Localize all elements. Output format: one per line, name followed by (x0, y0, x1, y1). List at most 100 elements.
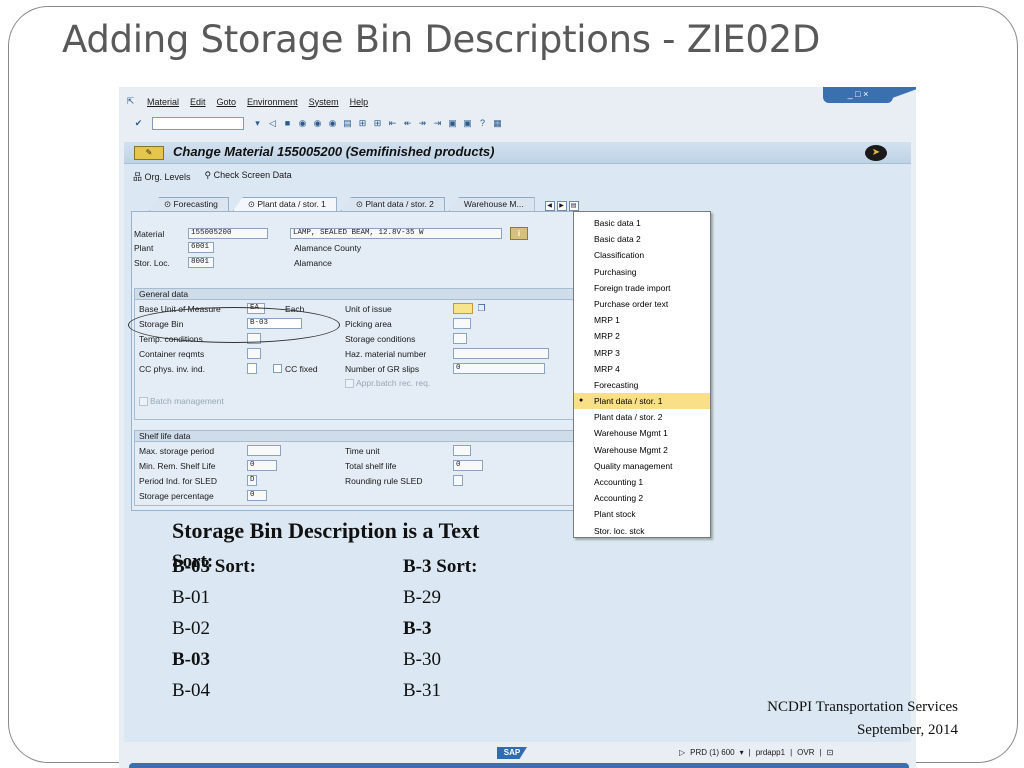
dropdown-item-selected[interactable]: Plant data / stor. 1 (574, 393, 710, 409)
help-icon[interactable]: ? (477, 118, 488, 129)
find-icon[interactable]: ⊞ (357, 118, 368, 129)
status-dropdown-icon[interactable]: ▾ (740, 748, 744, 757)
storage-conditions-field[interactable] (453, 333, 467, 344)
dropdown-item[interactable]: Plant data / stor. 2 (574, 409, 710, 425)
status-divider: | (748, 748, 751, 757)
tab-list-icon[interactable]: ▤ (568, 201, 579, 211)
dropdown-item[interactable]: Basic data 1 (574, 215, 710, 231)
cc-fixed-checkbox[interactable] (273, 364, 282, 373)
menu-exit-icon[interactable]: ⇱ (125, 96, 136, 107)
screen-title: Change Material 155005200 (Semifinished … (173, 144, 495, 159)
back-arrow-icon[interactable]: ◁ (267, 118, 278, 129)
dropdown-item[interactable]: Plant stock (574, 506, 710, 522)
menu-system[interactable]: System (309, 97, 339, 107)
dropdown-item[interactable]: Classification (574, 247, 710, 263)
next-page-icon[interactable]: ↠ (417, 118, 428, 129)
right-list-item: B-29 (403, 587, 441, 608)
picking-area-field[interactable] (453, 318, 471, 329)
menu-goto[interactable]: Goto (217, 97, 237, 107)
org-levels-button[interactable]: 品 Org. Levels (133, 170, 191, 183)
cancel-icon[interactable]: ◉ (327, 118, 338, 129)
dropdown-item[interactable]: MRP 4 (574, 361, 710, 377)
right-list-header: B-3 Sort: (403, 556, 478, 577)
haz-material-label: Haz. material number (345, 349, 427, 359)
dropdown-item[interactable]: Purchasing (574, 264, 710, 280)
material-description-field: LAMP, SEALED BEAM, 12.8V-35 W (290, 228, 502, 239)
material-label: Material (134, 229, 165, 239)
check-screen-data-button[interactable]: ⚲ Check Screen Data (205, 170, 292, 183)
dropdown-item[interactable]: MRP 3 (574, 345, 710, 361)
time-unit-field[interactable] (453, 445, 471, 456)
container-reqmts-field[interactable] (247, 348, 261, 359)
period-ind-label: Period Ind. for SLED (139, 476, 217, 486)
gr-slips-field[interactable]: 0 (453, 363, 545, 374)
unit-of-issue-label: Unit of issue (345, 304, 392, 314)
dropdown-item[interactable]: Basic data 2 (574, 231, 710, 247)
appr-batch-checkbox[interactable] (345, 379, 354, 388)
menu-material[interactable]: Material (147, 97, 179, 107)
back-icon[interactable]: ◉ (297, 118, 308, 129)
tab-next-icon[interactable]: ▶ (556, 201, 567, 211)
window-controls[interactable]: _ □ × (823, 87, 893, 103)
print-icon[interactable]: ▤ (342, 118, 353, 129)
menu-help[interactable]: Help (350, 97, 369, 107)
storage-conditions-label: Storage conditions (345, 334, 416, 344)
cc-phys-inv-field[interactable] (247, 363, 257, 374)
cc-phys-inv-label: CC phys. inv. ind. (139, 364, 205, 374)
menu-environment[interactable]: Environment (247, 97, 298, 107)
status-system[interactable]: PRD (1) 600 (690, 748, 734, 757)
unit-of-issue-field[interactable] (453, 303, 473, 314)
command-dropdown-icon[interactable]: ▾ (252, 118, 263, 129)
dropdown-item[interactable]: MRP 1 (574, 312, 710, 328)
status-divider: | (819, 748, 822, 757)
tab-plant-data-stor-1[interactable]: ⊙ Plant data / stor. 1 (232, 197, 337, 211)
sap-logo-icon: ➤ (865, 145, 887, 161)
shelf-life-group: Shelf life data Max. storage period Min.… (134, 430, 578, 506)
dropdown-item[interactable]: Foreign trade import (574, 280, 710, 296)
info-icon[interactable]: i (510, 227, 528, 240)
total-shelf-life-field[interactable]: 0 (453, 460, 483, 471)
find-next-icon[interactable]: ⊞ (372, 118, 383, 129)
dropdown-item[interactable]: Forecasting (574, 377, 710, 393)
dropdown-item[interactable]: Warehouse Mgmt 1 (574, 425, 710, 441)
period-ind-field[interactable]: D (247, 475, 257, 486)
exit-icon[interactable]: ◉ (312, 118, 323, 129)
save-icon[interactable]: ■ (282, 118, 293, 129)
prev-page-icon[interactable]: ↞ (402, 118, 413, 129)
rounding-rule-field[interactable] (453, 475, 463, 486)
tab-warehouse[interactable]: Warehouse M... (448, 197, 535, 211)
tab-plant-data-stor-2[interactable]: ⊙ Plant data / stor. 2 (340, 197, 445, 211)
check-screen-data-label: Check Screen Data (213, 170, 292, 180)
status-lock-icon[interactable]: ⊡ (827, 748, 834, 757)
batch-management-checkbox[interactable] (139, 397, 148, 406)
rounding-rule-label: Rounding rule SLED (345, 476, 423, 486)
layout-menu-icon[interactable]: ▦ (492, 118, 503, 129)
status-arrow-icon[interactable]: ▷ (679, 748, 685, 757)
dropdown-item[interactable]: Purchase order text (574, 296, 710, 312)
tab-forecasting[interactable]: ⊙ Forecasting (149, 197, 229, 211)
right-list-item: B-30 (403, 649, 441, 670)
max-storage-field[interactable] (247, 445, 281, 456)
command-field[interactable] (152, 117, 244, 130)
tab-prev-icon[interactable]: ◀ (544, 201, 555, 211)
dropdown-item[interactable]: Stor. loc. stck (574, 523, 710, 539)
dropdown-item[interactable]: Quality management (574, 458, 710, 474)
status-mode[interactable]: OVR (797, 748, 814, 757)
dropdown-item[interactable]: Accounting 2 (574, 490, 710, 506)
dropdown-item[interactable]: Accounting 1 (574, 474, 710, 490)
new-session-icon[interactable]: ▣ (447, 118, 458, 129)
menu-edit[interactable]: Edit (190, 97, 206, 107)
first-page-icon[interactable]: ⇤ (387, 118, 398, 129)
min-rem-shelf-field[interactable]: 0 (247, 460, 277, 471)
tab-icon: ⊙ (247, 199, 258, 209)
search-help-icon[interactable]: ❐ (476, 303, 487, 314)
storage-percentage-field[interactable]: 0 (247, 490, 267, 501)
dropdown-item[interactable]: MRP 2 (574, 328, 710, 344)
sap-window: _ □ × ⇱ Material Edit Goto Environment S… (119, 87, 916, 768)
shortcut-icon[interactable]: ▣ (462, 118, 473, 129)
slide-title: Adding Storage Bin Descriptions - ZIE02D (62, 18, 821, 61)
last-page-icon[interactable]: ⇥ (432, 118, 443, 129)
haz-material-field[interactable] (453, 348, 549, 359)
dropdown-item[interactable]: Warehouse Mgmt 2 (574, 442, 710, 458)
enter-check-icon[interactable]: ✔ (133, 118, 144, 129)
